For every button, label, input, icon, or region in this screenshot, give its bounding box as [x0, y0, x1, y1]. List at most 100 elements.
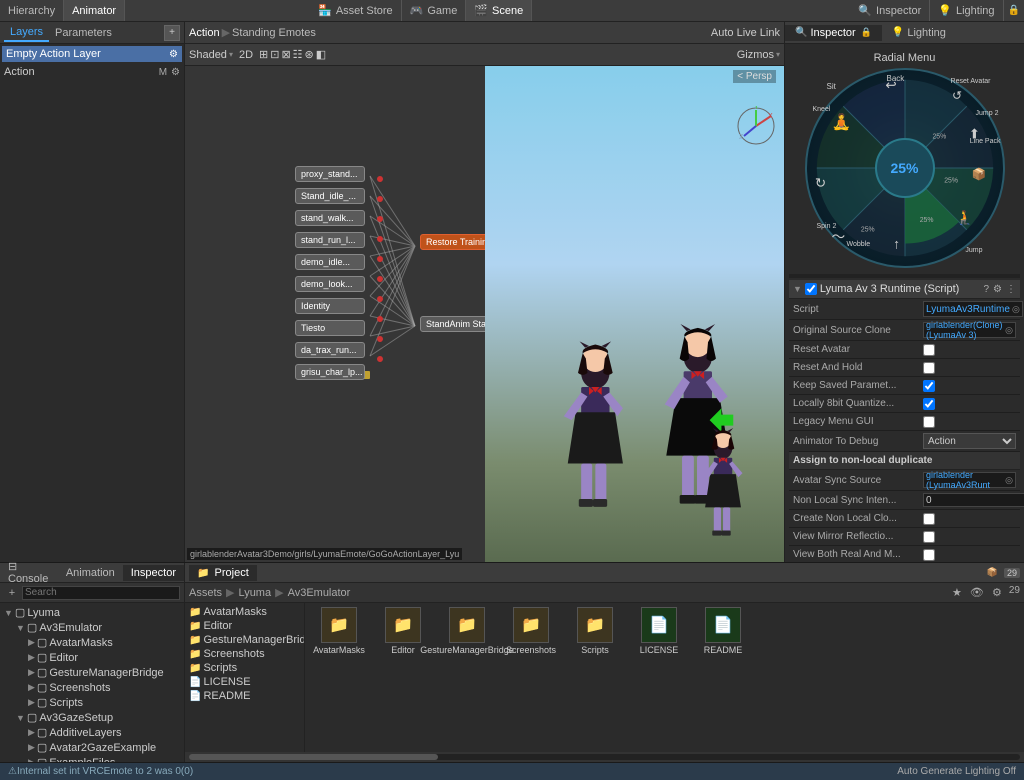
- file-icon-scripts[interactable]: 📁 Scripts: [565, 607, 625, 655]
- action-layer-row[interactable]: Action M ⚙: [0, 64, 184, 80]
- scene-btn-6[interactable]: ◧: [316, 48, 326, 61]
- gear-icon-empty-layer[interactable]: ⚙: [169, 49, 178, 60]
- project-eye-btn[interactable]: 👁: [969, 585, 985, 601]
- tree-editor[interactable]: ▶ ▢ Editor: [0, 650, 184, 665]
- empty-action-layer[interactable]: Empty Action Layer ⚙: [2, 46, 182, 62]
- node-proxy[interactable]: proxy_stand...: [295, 166, 365, 182]
- reset-avatar-checkbox[interactable]: [923, 344, 935, 356]
- reset-hold-checkbox[interactable]: [923, 362, 935, 374]
- node-trax[interactable]: da_trax_run...: [295, 342, 365, 358]
- tab-scene[interactable]: 🎬 Scene: [466, 0, 532, 21]
- source-clone-ref[interactable]: girlablender(Clone) (LyumaAv 3) ◎: [923, 322, 1016, 338]
- tree-avatar2gaze[interactable]: ▶ ▢ Avatar2GazeExample: [0, 740, 184, 755]
- legacy-menu-checkbox[interactable]: [923, 416, 935, 428]
- tree-gesturemanager[interactable]: ▶ ▢ GestureManagerBridge: [0, 665, 184, 680]
- nonlocal-sync-input[interactable]: [923, 493, 1024, 507]
- animator-debug-select[interactable]: Action: [923, 433, 1016, 449]
- breadcrumb-standing-emotes[interactable]: Standing Emotes: [232, 27, 316, 39]
- auto-live-link-btn[interactable]: Auto Live Link: [711, 27, 780, 39]
- tab-inspector-top[interactable]: 🔍 Inspector: [850, 0, 930, 21]
- animator-graph[interactable]: proxy_stand... Stand_idle_... stand_walk…: [185, 66, 485, 562]
- node-grisu[interactable]: grisu_char_lp...: [295, 364, 365, 380]
- file-icon-gesturemanager[interactable]: 📁 GestureManagerBridge: [437, 607, 497, 655]
- shading-dropdown[interactable]: Shaded ▾: [189, 49, 233, 61]
- tree-screenshots[interactable]: ▶ ▢ Screenshots: [0, 680, 184, 695]
- folder-scripts[interactable]: 📁 Scripts: [185, 661, 304, 675]
- tree-examplefiles[interactable]: ▶ ▢ ExampleFiles: [0, 755, 184, 762]
- node-identity[interactable]: Identity: [295, 298, 365, 314]
- script-ref[interactable]: LyumaAv3Runtime ◎: [923, 301, 1023, 317]
- tab-asset-store[interactable]: 🏪 Asset Store: [310, 0, 402, 21]
- node-demo-idle[interactable]: demo_idle...: [295, 254, 365, 270]
- breadcrumb-action[interactable]: Action: [189, 27, 220, 39]
- gizmos-btn[interactable]: Gizmos ▾: [737, 49, 780, 61]
- project-star-btn[interactable]: ★: [949, 585, 965, 601]
- hierarchy-search[interactable]: [22, 586, 180, 600]
- create-nonlocal-checkbox[interactable]: [923, 513, 935, 525]
- tab-animation[interactable]: Animation: [58, 565, 123, 581]
- folder-screenshots[interactable]: 📁 Screenshots: [185, 647, 304, 661]
- tab-project[interactable]: 📁 Project: [189, 565, 257, 581]
- tab-parameters[interactable]: Parameters: [49, 25, 118, 41]
- folder-gesturemanager[interactable]: 📁 GestureManagerBridge: [185, 633, 304, 647]
- path-assets[interactable]: Assets: [189, 587, 222, 599]
- inspector-lock[interactable]: 🔒: [861, 27, 872, 38]
- tab-animator[interactable]: Animator: [64, 0, 125, 21]
- tree-additivelayers[interactable]: ▶ ▢ AdditiveLayers: [0, 725, 184, 740]
- file-license[interactable]: 📄 LICENSE: [185, 675, 304, 689]
- mirror-reflect-checkbox[interactable]: [923, 531, 935, 543]
- tree-avatarmasks[interactable]: ▶ ▢ AvatarMasks: [0, 635, 184, 650]
- folder-avatarmasks[interactable]: 📁 AvatarMasks: [185, 605, 304, 619]
- sync-source-btn[interactable]: ◎: [1005, 475, 1013, 486]
- component-enabled-checkbox[interactable]: [805, 283, 817, 295]
- file-readme[interactable]: 📄 README: [185, 689, 304, 703]
- tree-scripts[interactable]: ▶ ▢ Scripts: [0, 695, 184, 710]
- scene-btn-2[interactable]: ⊡: [270, 48, 279, 61]
- tab-lighting-top[interactable]: 💡 Lighting: [930, 0, 1003, 21]
- node-idle[interactable]: Stand_idle_...: [295, 188, 365, 204]
- horizontal-scrollbar[interactable]: [185, 752, 1024, 762]
- node-tiesto[interactable]: Tiesto: [295, 320, 365, 336]
- local-8bit-checkbox[interactable]: [923, 398, 935, 410]
- component-header[interactable]: ▼ Lyuma Av 3 Runtime (Script) ? ⚙ ⋮: [789, 280, 1020, 299]
- dimension-toggle[interactable]: 2D: [239, 49, 253, 61]
- scene-btn-3[interactable]: ⊠: [281, 48, 290, 61]
- scrollbar-thumb[interactable]: [189, 754, 438, 760]
- scene-btn-4[interactable]: ☷: [293, 48, 303, 61]
- view-both-checkbox[interactable]: [923, 549, 935, 561]
- tab-game[interactable]: 🎮 Game: [402, 0, 467, 21]
- tree-av3emulator[interactable]: ▼ ▢ Av3Emulator: [0, 620, 184, 635]
- radial-menu[interactable]: 🧘 ↩ ↺ ⬆ 📦 🧎 ↑ 〜: [805, 68, 1005, 268]
- node-run[interactable]: stand_run_l...: [295, 232, 365, 248]
- file-icon-readme[interactable]: 📄 README: [693, 607, 753, 655]
- scene-btn-1[interactable]: ⊞: [259, 48, 268, 61]
- component-help-icon[interactable]: ?: [983, 284, 989, 295]
- gear-icon-action[interactable]: ⚙: [171, 67, 180, 78]
- tab-hierarchy[interactable]: Hierarchy: [0, 0, 64, 21]
- tab-lighting[interactable]: 💡 Lighting: [882, 25, 956, 41]
- tree-lyuma[interactable]: ▼ ▢ Lyuma: [0, 605, 184, 620]
- sync-source-ref[interactable]: girlablender (LyumaAv3Runt ◎: [923, 472, 1016, 488]
- add-btn[interactable]: +: [4, 585, 20, 601]
- source-clone-btn[interactable]: ◎: [1005, 325, 1013, 336]
- component-settings-icon[interactable]: ⚙: [993, 284, 1002, 295]
- project-gear-btn[interactable]: ⚙: [989, 585, 1005, 601]
- tab-inspector[interactable]: 🔍 Inspector 🔒: [785, 25, 882, 41]
- script-ref-btn[interactable]: ◎: [1012, 304, 1020, 315]
- component-more-icon[interactable]: ⋮: [1006, 284, 1016, 295]
- file-icon-license[interactable]: 📄 LICENSE: [629, 607, 689, 655]
- node-walk[interactable]: stand_walk...: [295, 210, 365, 226]
- keep-saved-checkbox[interactable]: [923, 380, 935, 392]
- tab-layers[interactable]: Layers: [4, 24, 49, 42]
- node-demo-look[interactable]: demo_look...: [295, 276, 365, 292]
- lighting-status[interactable]: Auto Generate Lighting Off: [897, 766, 1016, 777]
- scene-btn-5[interactable]: ⊛: [305, 48, 314, 61]
- tree-av3gazesetup[interactable]: ▼ ▢ Av3GazeSetup: [0, 710, 184, 725]
- add-layer-btn[interactable]: +: [164, 25, 180, 41]
- file-icon-screenshots[interactable]: 📁 Screenshots: [501, 607, 561, 655]
- path-lyuma[interactable]: Lyuma: [238, 587, 271, 599]
- path-av3emulator[interactable]: Av3Emulator: [288, 587, 351, 599]
- file-icon-avatarmasks[interactable]: 📁 AvatarMasks: [309, 607, 369, 655]
- folder-editor[interactable]: 📁 Editor: [185, 619, 304, 633]
- tab-inspector-bottom[interactable]: Inspector: [123, 565, 184, 581]
